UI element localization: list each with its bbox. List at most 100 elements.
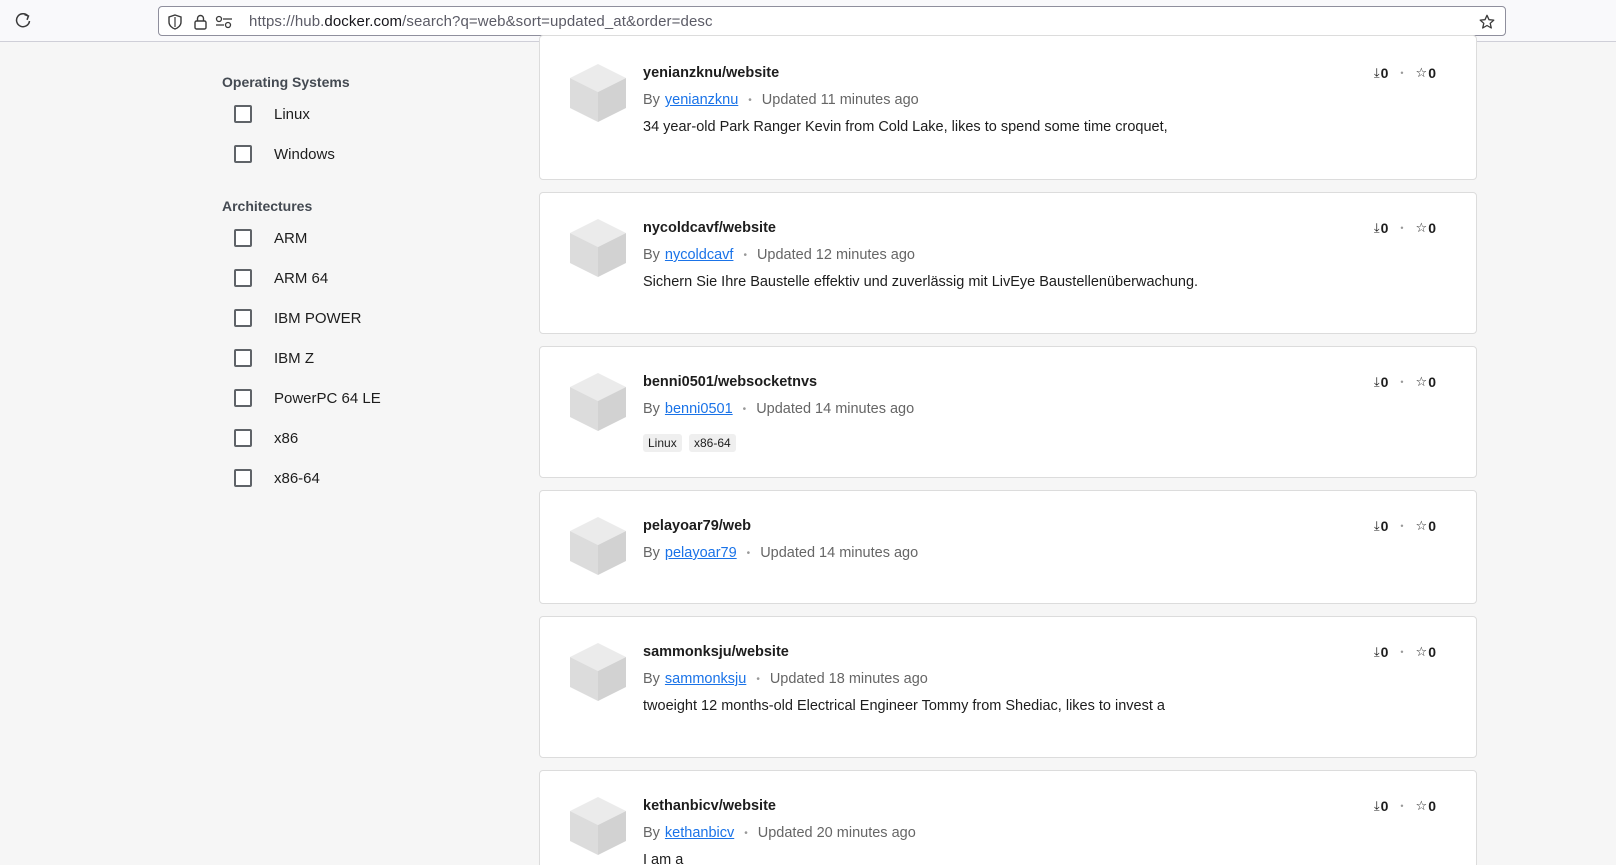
repo-stats: ⤓ 0 • ☆ 0 <box>1374 518 1436 534</box>
author-link[interactable]: nycoldcavf <box>665 247 734 263</box>
star-icon: ☆ <box>1415 220 1428 235</box>
by-label: By <box>643 671 660 687</box>
repo-name-link[interactable]: nycoldcavf/website <box>643 220 776 236</box>
star-count: 0 <box>1428 518 1436 534</box>
repository-cube-icon <box>570 373 626 431</box>
repo-name-link[interactable]: benni0501/websocketnvs <box>643 374 817 390</box>
star-icon: ☆ <box>1415 65 1428 80</box>
author-link[interactable]: kethanbicv <box>665 825 734 841</box>
filter-ppc64le[interactable]: PowerPC 64 LE <box>234 387 381 409</box>
star-icon: ☆ <box>1415 518 1428 533</box>
download-count: 0 <box>1380 798 1389 814</box>
download-count: 0 <box>1380 644 1389 660</box>
filter-x86-64[interactable]: x86-64 <box>234 467 320 489</box>
reload-icon[interactable] <box>13 11 33 31</box>
repo-name-link[interactable]: pelayoar79/web <box>643 518 751 534</box>
os-filter-title: Operating Systems <box>222 74 350 90</box>
checkbox[interactable] <box>234 269 252 287</box>
star-count: 0 <box>1428 65 1436 81</box>
repo-description: Sichern Sie Ihre Baustelle effektiv und … <box>643 274 1199 290</box>
repo-meta: By benni0501 • Updated 14 minutes ago <box>643 401 914 417</box>
repo-stats: ⤓ 0 • ☆ 0 <box>1374 374 1436 390</box>
separator-dot: • <box>743 249 747 261</box>
repo-name-link[interactable]: sammonksju/website <box>643 644 789 660</box>
checkbox[interactable] <box>234 145 252 163</box>
checkbox[interactable] <box>234 105 252 123</box>
arch-filter-title: Architectures <box>222 198 313 214</box>
bookmark-star-icon[interactable] <box>1477 12 1497 32</box>
checkbox[interactable] <box>234 429 252 447</box>
url-text[interactable]: https://hub.docker.com/search?q=web&sort… <box>249 13 713 30</box>
download-icon: ⤓ <box>1373 644 1380 659</box>
updated-text: Updated 12 minutes ago <box>756 247 915 263</box>
repo-description: 34 year-old Park Ranger Kevin from Cold … <box>643 119 1168 135</box>
author-link[interactable]: yenianzknu <box>665 92 738 108</box>
repo-stats: ⤓ 0 • ☆ 0 <box>1374 220 1436 236</box>
star-count: 0 <box>1428 374 1436 390</box>
repo-stats: ⤓ 0 • ☆ 0 <box>1374 644 1436 660</box>
download-icon: ⤓ <box>1373 220 1380 235</box>
filter-label: Linux <box>274 105 310 123</box>
by-label: By <box>643 545 660 561</box>
by-label: By <box>643 825 660 841</box>
updated-text: Updated 18 minutes ago <box>769 671 928 687</box>
star-count: 0 <box>1428 644 1436 660</box>
shield-icon[interactable] <box>166 13 184 31</box>
filter-windows[interactable]: Windows <box>234 143 335 165</box>
repo-meta: By kethanbicv • Updated 20 minutes ago <box>643 825 916 841</box>
repo-name-link[interactable]: kethanbicv/website <box>643 798 776 814</box>
result-card[interactable]: nycoldcavf/website By nycoldcavf • Updated … <box>539 192 1477 334</box>
filter-arm64[interactable]: ARM 64 <box>234 267 328 289</box>
separator-dot: • <box>1400 647 1404 657</box>
repository-cube-icon <box>570 643 626 701</box>
result-card[interactable]: sammonksju/website By sammonksju • Updated … <box>539 616 1477 758</box>
filter-label: ARM 64 <box>274 269 329 287</box>
author-link[interactable]: sammonksju <box>665 671 746 687</box>
filter-ibm-power[interactable]: IBM POWER <box>234 307 362 329</box>
result-card[interactable]: kethanbicv/website By kethanbicv • Updated … <box>539 770 1477 865</box>
filter-ibm-z[interactable]: IBM Z <box>234 347 314 369</box>
arch-tag: x86-64 <box>689 434 736 452</box>
download-count: 0 <box>1380 65 1389 81</box>
star-icon: ☆ <box>1415 798 1428 813</box>
author-link[interactable]: pelayoar79 <box>665 545 737 561</box>
download-icon: ⤓ <box>1373 798 1380 813</box>
separator-dot: • <box>1400 377 1404 387</box>
download-count: 0 <box>1380 374 1389 390</box>
repo-description: twoeight 12 months-old Electrical Engine… <box>643 698 1165 714</box>
by-label: By <box>643 92 660 108</box>
filter-label: ARM <box>274 229 308 247</box>
separator-dot: • <box>1400 68 1404 78</box>
checkbox[interactable] <box>234 309 252 327</box>
star-icon: ☆ <box>1415 644 1428 659</box>
repo-name-link[interactable]: yenianzknu/website <box>643 65 779 81</box>
star-icon: ☆ <box>1415 374 1428 389</box>
download-icon: ⤓ <box>1373 518 1380 533</box>
filter-label: Windows <box>274 145 335 163</box>
filter-linux[interactable]: Linux <box>234 103 310 125</box>
repo-stats: ⤓ 0 • ☆ 0 <box>1374 65 1436 81</box>
filter-x86[interactable]: x86 <box>234 427 298 449</box>
separator-dot: • <box>748 94 752 106</box>
checkbox[interactable] <box>234 349 252 367</box>
repository-cube-icon <box>570 64 626 122</box>
filter-label: PowerPC 64 LE <box>274 389 381 407</box>
checkbox[interactable] <box>234 389 252 407</box>
separator-dot: • <box>756 673 760 685</box>
lock-icon[interactable] <box>191 13 209 31</box>
separator-dot: • <box>1400 223 1404 233</box>
checkbox[interactable] <box>234 469 252 487</box>
url-host: docker.com <box>324 13 403 30</box>
permissions-icon[interactable] <box>215 13 233 31</box>
result-card[interactable]: pelayoar79/web By pelayoar79 • Updated 14 m… <box>539 490 1477 604</box>
result-card[interactable]: benni0501/websocketnvs By benni0501 • Updat… <box>539 346 1477 478</box>
checkbox[interactable] <box>234 229 252 247</box>
address-bar[interactable]: https://hub.docker.com/search?q=web&sort… <box>158 6 1506 36</box>
filter-arm[interactable]: ARM <box>234 227 307 249</box>
repository-cube-icon <box>570 219 626 277</box>
download-count: 0 <box>1380 518 1389 534</box>
result-card[interactable]: yenianzknu/website By yenianzknu • Updated … <box>539 35 1477 180</box>
author-link[interactable]: benni0501 <box>665 401 733 417</box>
updated-text: Updated 14 minutes ago <box>756 401 915 417</box>
repo-meta: By pelayoar79 • Updated 14 minutes ago <box>643 545 918 561</box>
